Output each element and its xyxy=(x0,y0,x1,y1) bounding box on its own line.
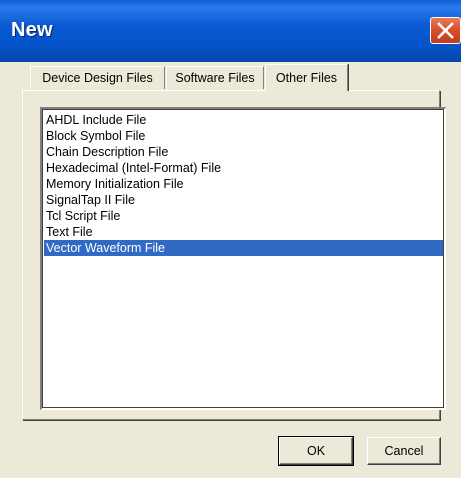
ok-button[interactable]: OK xyxy=(278,436,354,466)
list-item[interactable]: Memory Initialization File xyxy=(44,176,443,192)
list-item[interactable]: AHDL Include File xyxy=(44,112,443,128)
list-item[interactable]: SignalTap II File xyxy=(44,192,443,208)
list-item[interactable]: Chain Description File xyxy=(44,144,443,160)
window-title: New xyxy=(11,19,53,41)
list-item[interactable]: Block Symbol File xyxy=(44,128,443,144)
file-type-items: AHDL Include File Block Symbol File Chain … xyxy=(44,112,443,256)
tab-label: Device Design Files xyxy=(42,70,153,85)
cancel-button[interactable]: Cancel xyxy=(367,437,441,465)
new-dialog: New Device Design Files Software Files O… xyxy=(0,0,461,478)
close-button[interactable] xyxy=(430,17,461,44)
title-bar[interactable]: New xyxy=(0,0,461,62)
list-item[interactable]: Text File xyxy=(44,224,443,240)
tab-other-files[interactable]: Other Files xyxy=(265,64,348,91)
list-item[interactable]: Vector Waveform File xyxy=(44,240,443,256)
tab-device-design-files[interactable]: Device Design Files xyxy=(30,66,165,89)
tab-label: Other Files xyxy=(275,70,338,85)
list-item[interactable]: Hexadecimal (Intel-Format) File xyxy=(44,160,443,176)
tab-label: Software Files xyxy=(175,70,255,85)
list-item[interactable]: Tcl Script File xyxy=(44,208,443,224)
file-type-list[interactable]: AHDL Include File Block Symbol File Chain … xyxy=(40,107,446,410)
close-icon xyxy=(437,22,454,39)
tab-software-files[interactable]: Software Files xyxy=(166,66,264,89)
